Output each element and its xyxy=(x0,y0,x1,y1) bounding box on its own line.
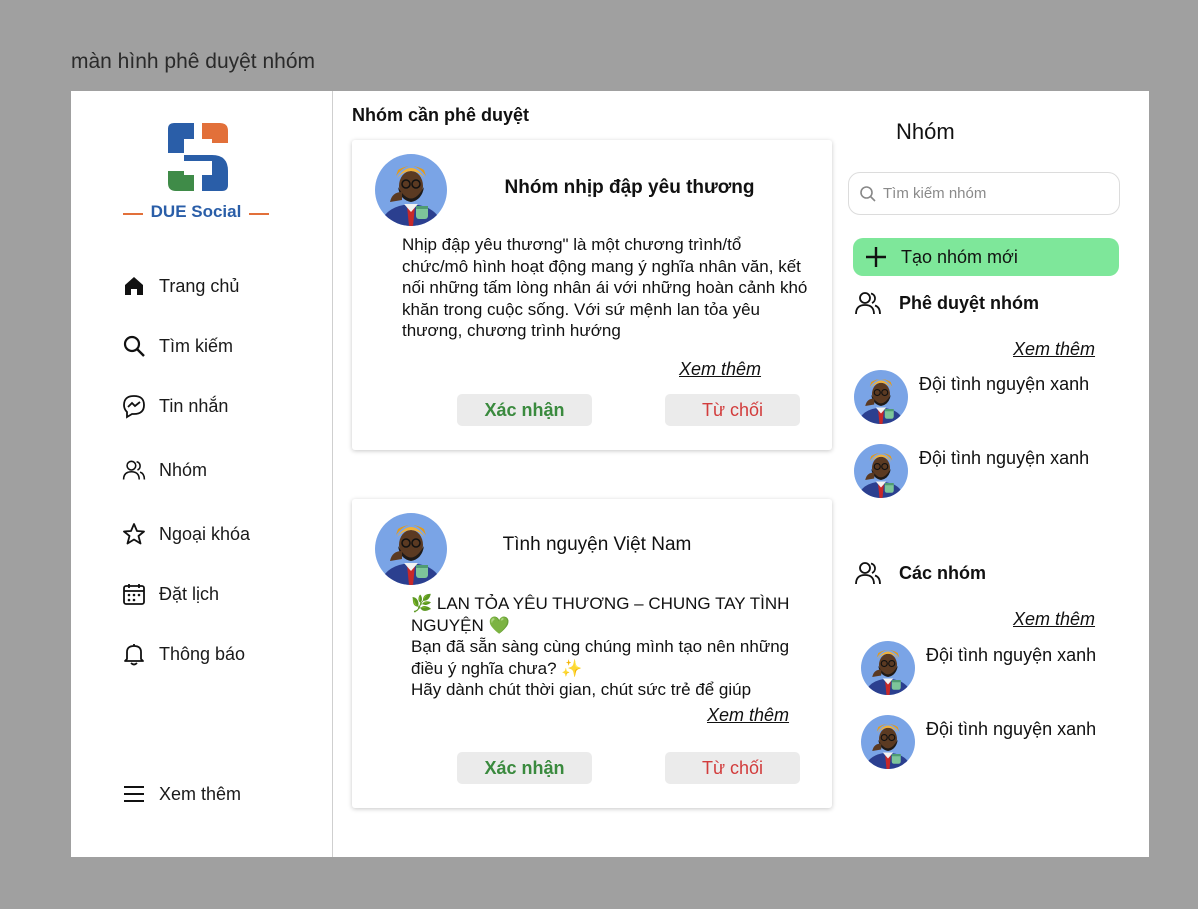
groups-panel-title: Nhóm xyxy=(896,119,955,144)
approval-group-item[interactable]: Đội tình nguyện xanh xyxy=(853,444,1089,498)
group-list-item[interactable]: Đội tình nguyện xanh xyxy=(860,641,1096,695)
nav-label-schedule: Đặt lịch xyxy=(159,583,220,604)
nav-item-search[interactable]: Tìm kiếm xyxy=(121,333,233,359)
group-name: Nhóm nhịp đập yêu thương xyxy=(504,177,755,198)
frame-label: màn hình phê duyệt nhóm xyxy=(71,50,316,73)
group-icon xyxy=(853,558,883,588)
due-social-logo xyxy=(168,123,228,191)
approval-group-item[interactable]: Đội tình nguyện xanh xyxy=(853,370,1089,424)
calendar-icon xyxy=(123,584,145,605)
create-group-label: Tạo nhóm mới xyxy=(901,246,1018,267)
search-icon xyxy=(123,335,145,357)
nav-label-groups: Nhóm xyxy=(159,459,208,480)
bell-icon xyxy=(124,644,144,666)
approval-section-header: Phê duyệt nhóm xyxy=(853,288,1039,318)
group-description: 🌿 LAN TỎA YÊU THƯƠNG – CHUNG TAY TÌNH NG… xyxy=(411,594,790,699)
group-name: Đội tình nguyện xanh xyxy=(919,448,1090,468)
nav-item-notifications[interactable]: Thông báo xyxy=(121,641,245,667)
messenger-icon xyxy=(123,395,145,419)
nav-label-search: Tìm kiếm xyxy=(159,335,233,356)
nav-label-extracurricular: Ngoại khóa xyxy=(159,523,251,544)
group-name: Tình nguyện Việt Nam xyxy=(502,534,692,555)
reject-button[interactable]: Từ chối xyxy=(665,394,800,426)
sidebar: DUE Social Trang chủ Tìm kiếm Tin nhắn N… xyxy=(71,91,333,857)
menu-icon xyxy=(124,786,144,802)
page-title: Nhóm cần phê duyệt xyxy=(352,105,530,125)
approval-see-more-link[interactable]: Xem thêm xyxy=(1013,339,1095,360)
all-groups-section-title: Các nhóm xyxy=(899,562,987,583)
nav-item-groups[interactable]: Nhóm xyxy=(121,457,207,483)
brand-name: DUE Social xyxy=(123,202,269,222)
nav-item-messages[interactable]: Tin nhắn xyxy=(121,393,228,419)
group-avatar xyxy=(853,370,909,424)
group-avatar xyxy=(853,444,909,498)
nav-label-notifications: Thông báo xyxy=(159,643,246,664)
group-name: Đội tình nguyện xanh xyxy=(919,374,1090,394)
group-avatar xyxy=(860,715,916,769)
nav-label-home: Trang chủ xyxy=(159,275,240,296)
group-avatar xyxy=(860,641,916,695)
reject-button[interactable]: Từ chối xyxy=(665,752,800,784)
nav-item-home[interactable]: Trang chủ xyxy=(121,273,239,299)
group-icon xyxy=(853,288,883,318)
nav-label-messages: Tin nhắn xyxy=(159,395,229,416)
nav-label-more: Xem thêm xyxy=(159,783,242,804)
see-more-link[interactable]: Xem thêm xyxy=(679,359,761,380)
nav-item-more[interactable]: Xem thêm xyxy=(121,781,241,807)
group-avatar xyxy=(374,513,448,585)
all-groups-see-more-link[interactable]: Xem thêm xyxy=(1013,609,1095,630)
star-icon xyxy=(123,523,145,545)
confirm-button[interactable]: Xác nhận xyxy=(457,394,592,426)
plus-icon xyxy=(866,247,886,267)
group-name: Đội tình nguyện xanh xyxy=(926,719,1097,739)
confirm-button[interactable]: Xác nhận xyxy=(457,752,592,784)
group-search-input[interactable] xyxy=(883,185,1103,202)
create-group-button[interactable]: Tạo nhóm mới xyxy=(853,238,1119,276)
home-icon xyxy=(125,277,143,295)
group-name: Đội tình nguyện xanh xyxy=(926,645,1097,665)
group-request-card: Tình nguyện Việt Nam 🌿 LAN TỎA YÊU THƯƠN… xyxy=(352,499,832,808)
group-avatar xyxy=(374,154,448,226)
group-description: Nhịp đập yêu thương" là một chương trình… xyxy=(402,235,808,340)
group-list-item[interactable]: Đội tình nguyện xanh xyxy=(860,715,1096,769)
app-window: DUE Social Trang chủ Tìm kiếm Tin nhắn N… xyxy=(71,91,1149,857)
nav-item-extracurricular[interactable]: Ngoại khóa xyxy=(121,521,250,547)
group-request-card: Nhóm nhịp đập yêu thương Nhịp đập yêu th… xyxy=(352,140,832,450)
see-more-link[interactable]: Xem thêm xyxy=(707,705,789,726)
search-icon xyxy=(860,185,876,202)
approval-section-title: Phê duyệt nhóm xyxy=(899,292,1040,313)
group-icon xyxy=(121,457,147,483)
group-search-box[interactable] xyxy=(848,172,1120,215)
nav-item-schedule[interactable]: Đặt lịch xyxy=(121,581,219,607)
all-groups-section-header: Các nhóm xyxy=(853,558,986,588)
